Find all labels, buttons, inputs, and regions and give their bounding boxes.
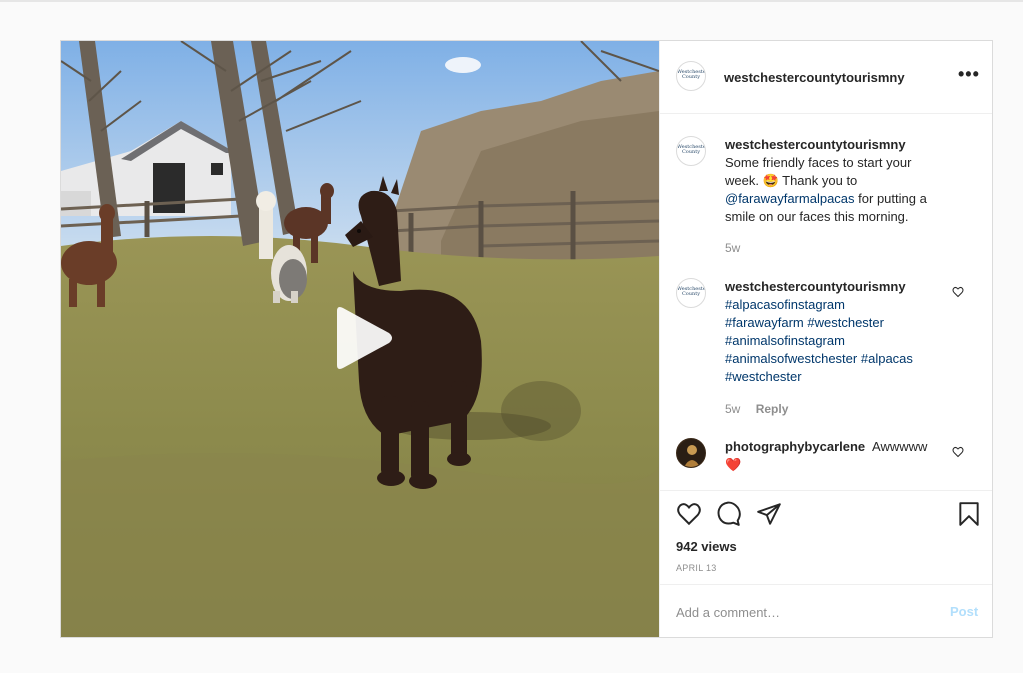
caption-text: westchestercountytourismny Some friendly…	[725, 136, 947, 226]
comment-like-icon[interactable]	[952, 286, 964, 298]
comment-icon[interactable]	[716, 501, 742, 527]
commenter-avatar-image	[677, 439, 705, 467]
add-comment-bar: Post	[660, 584, 992, 637]
post-comment-button[interactable]: Post	[950, 604, 978, 619]
comment-timestamp[interactable]: 5w	[725, 402, 740, 416]
mention-link[interactable]: @farawayfarmalpacas	[725, 191, 855, 206]
browser-top-border	[0, 0, 1023, 2]
hashtag-link[interactable]: #alpacas	[861, 351, 913, 366]
more-horizontal-icon[interactable]: •••	[958, 65, 982, 85]
play-icon[interactable]	[331, 305, 395, 371]
caption-avatar[interactable]: Westchester County	[676, 136, 706, 166]
post-side-panel: Westchester County westchestercountytour…	[659, 41, 992, 637]
hashtag-comment-meta: 5w Reply	[725, 402, 788, 416]
comment-username[interactable]: westchestercountytourismny	[725, 279, 906, 294]
avatar-logo-text: Westchester County	[677, 286, 706, 297]
post-date[interactable]: APRIL 13	[676, 563, 717, 573]
hashtag-comment: Westchester County westchestercountytour…	[676, 278, 978, 418]
caption-username[interactable]: westchestercountytourismny	[725, 137, 906, 152]
bookmark-icon[interactable]	[956, 501, 982, 527]
reply-button[interactable]: Reply	[756, 402, 789, 416]
comments-list: Westchester County westchestercountytour…	[660, 114, 992, 490]
hashtag-link[interactable]: #animalsofwestchester	[725, 351, 857, 366]
video-player[interactable]	[61, 41, 659, 637]
caption-meta: 5w	[725, 241, 740, 255]
share-icon[interactable]	[756, 501, 782, 527]
commenter-username[interactable]: photographybycarlene	[725, 439, 865, 454]
user-comment-text: photographybycarlene Awwwww ❤️	[725, 438, 947, 474]
view-count[interactable]: 942 views	[676, 539, 737, 554]
avatar-logo-text: Westchester County	[677, 69, 706, 80]
comment-input[interactable]	[676, 603, 936, 621]
comment-text: Awwwww	[872, 439, 928, 454]
hashtag-link[interactable]: #animalsofinstagram	[725, 333, 845, 348]
author-avatar[interactable]: Westchester County	[676, 61, 706, 91]
heart-emoji: ❤️	[725, 457, 742, 472]
post-actions: 942 views APRIL 13	[660, 490, 992, 585]
user-comment: photographybycarlene Awwwww ❤️	[676, 438, 978, 478]
post-header: Westchester County westchestercountytour…	[660, 41, 992, 114]
caption-timestamp[interactable]: 5w	[725, 241, 740, 255]
hashtag-comment-text: westchestercountytourismny #alpacasofins…	[725, 278, 947, 386]
author-username[interactable]: westchestercountytourismny	[724, 70, 905, 85]
hashtag-link[interactable]: #westchester	[725, 369, 802, 384]
hashtag-link[interactable]: #alpacasofinstagram	[725, 297, 845, 312]
commenter-avatar[interactable]	[676, 438, 706, 468]
hashtag-link[interactable]: #westchester	[807, 315, 884, 330]
avatar-logo-text: Westchester County	[677, 144, 706, 155]
caption-text-before: Some friendly faces to start your week. …	[725, 155, 912, 188]
comment-like-icon[interactable]	[952, 446, 964, 458]
hashtag-link[interactable]: #farawayfarm	[725, 315, 804, 330]
heart-icon[interactable]	[676, 501, 702, 527]
post-card: Westchester County westchestercountytour…	[60, 40, 993, 638]
caption-comment: Westchester County westchestercountytour…	[676, 136, 978, 256]
comment-avatar[interactable]: Westchester County	[676, 278, 706, 308]
